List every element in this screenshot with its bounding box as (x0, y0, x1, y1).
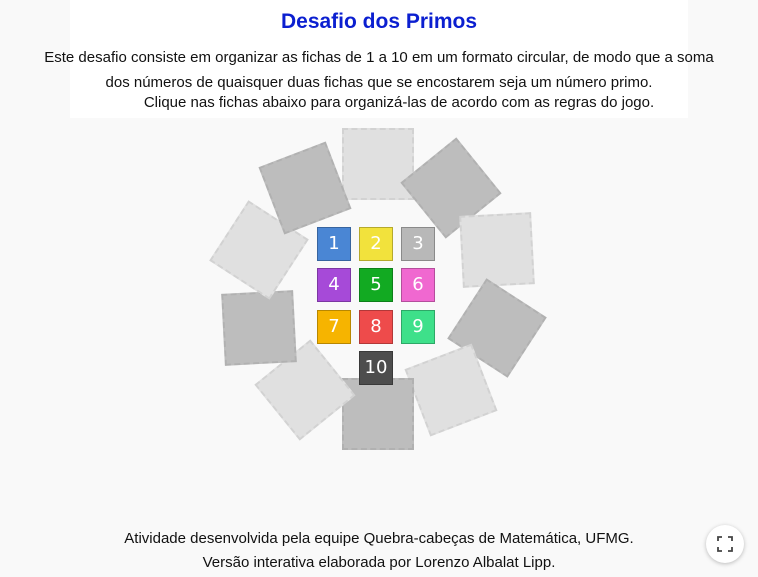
number-tile-6[interactable]: 6 (401, 268, 435, 302)
fullscreen-icon (717, 536, 733, 552)
credit-line-1: Atividade desenvolvida pela equipe Quebr… (124, 530, 634, 547)
credit-line-2: Versão interativa elaborada por Lorenzo … (202, 554, 556, 571)
board-slot[interactable] (459, 212, 535, 289)
fullscreen-button[interactable] (706, 525, 744, 563)
number-tile-5[interactable]: 5 (359, 268, 393, 302)
challenge-description: Este desafio consiste em organizar as fi… (44, 49, 714, 91)
board-slot[interactable] (221, 289, 297, 366)
board-slot[interactable] (342, 378, 414, 450)
number-tile-3[interactable]: 3 (401, 227, 435, 261)
number-tile-4[interactable]: 4 (317, 268, 351, 302)
board-slot[interactable] (342, 128, 414, 200)
number-tile-7[interactable]: 7 (317, 310, 351, 344)
number-tile-2[interactable]: 2 (359, 227, 393, 261)
number-tile-10[interactable]: 10 (359, 351, 393, 385)
challenge-instruction: Clique nas fichas abaixo para organizá-l… (143, 94, 655, 111)
number-tile-9[interactable]: 9 (401, 310, 435, 344)
number-tile-8[interactable]: 8 (359, 310, 393, 344)
page-title: Desafio dos Primos (280, 10, 478, 33)
number-tile-1[interactable]: 1 (317, 227, 351, 261)
